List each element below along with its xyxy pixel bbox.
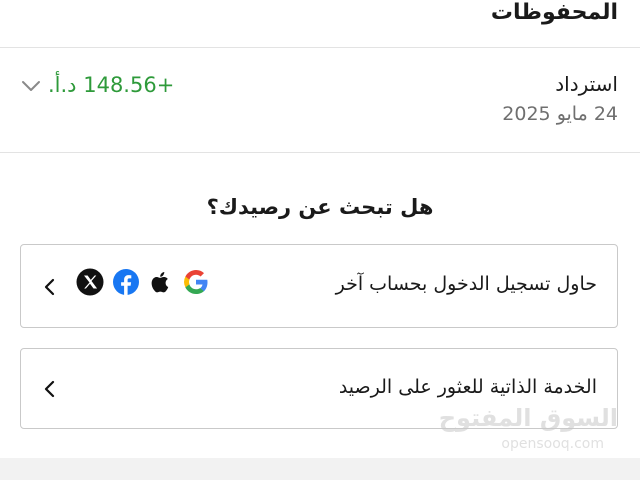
chevron-down-icon[interactable] — [20, 78, 42, 94]
chevron-left-icon — [44, 380, 55, 398]
transaction-amount: +148.56 د.أ. — [48, 73, 175, 97]
history-section-title: المحفوظات — [490, 0, 618, 25]
x-icon — [75, 267, 105, 297]
login-other-account-card[interactable]: حاول تسجيل الدخول بحساب آخر — [20, 244, 618, 328]
opensooq-watermark: السوق المفتوح opensooq.com — [439, 404, 618, 462]
transaction-date: 24 مايو 2025 — [502, 103, 618, 125]
apple-icon — [145, 267, 175, 297]
self-service-balance-label: الخدمة الذاتية للعثور على الرصيد — [338, 376, 597, 398]
transaction-row[interactable]: استرداد 24 مايو 2025 +148.56 د.أ. — [0, 49, 640, 151]
login-other-account-label: حاول تسجيل الدخول بحساب آخر — [335, 273, 597, 295]
help-title: هل تبحث عن رصيدك؟ — [206, 195, 434, 219]
watermark-sub: opensooq.com — [501, 436, 604, 452]
transaction-type: استرداد — [555, 72, 618, 96]
chevron-left-icon — [44, 278, 55, 296]
watermark-main: السوق المفتوح — [438, 404, 618, 432]
google-icon — [181, 267, 211, 297]
divider — [0, 47, 640, 48]
facebook-icon — [111, 267, 141, 297]
